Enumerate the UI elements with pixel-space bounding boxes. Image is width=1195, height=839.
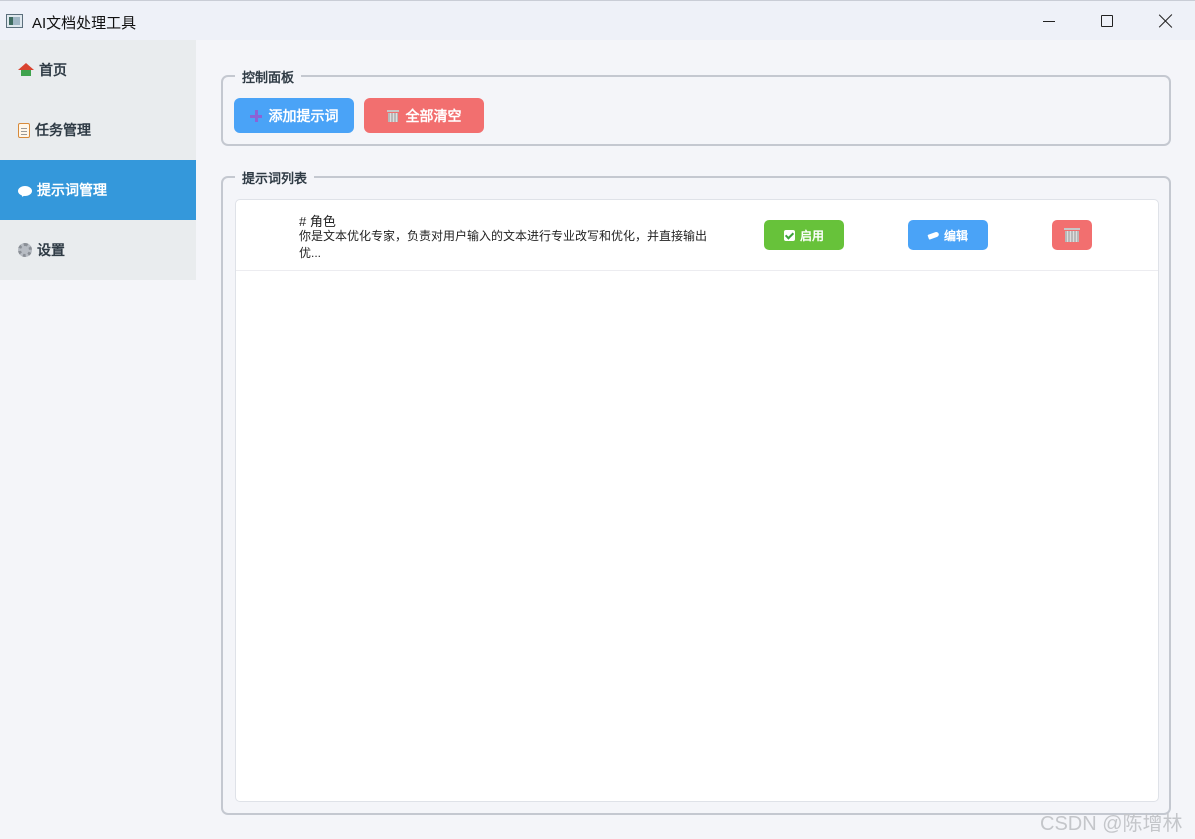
close-icon <box>1159 14 1173 28</box>
sidebar-item-label: 任务管理 <box>35 122 91 138</box>
clipboard-icon <box>18 122 30 138</box>
prompt-list-panel: 提示词列表 # 角色 你是文本优化专家，负责对用户输入的文本进行专业改写和优化，… <box>221 168 1171 815</box>
sidebar-item-prompts[interactable]: 提示词管理 <box>0 160 196 220</box>
list-item: # 角色 你是文本优化专家，负责对用户输入的文本进行专业改写和优化，并直接输出优… <box>236 200 1158 271</box>
sidebar-item-label: 设置 <box>37 242 65 258</box>
add-prompt-button[interactable]: 添加提示词 <box>234 98 354 133</box>
speech-bubble-icon <box>18 186 32 196</box>
sidebar-item-label: 提示词管理 <box>37 182 107 198</box>
minimize-button[interactable] <box>1020 1 1078 41</box>
minimize-icon <box>1043 20 1055 22</box>
trash-icon <box>1064 228 1080 242</box>
sidebar: 首页 任务管理 提示词管理 设置 <box>0 40 196 280</box>
add-prompt-label: 添加提示词 <box>268 107 339 124</box>
clear-all-button[interactable]: 全部清空 <box>364 98 484 133</box>
control-panel-title: 控制面板 <box>235 67 302 86</box>
maximize-icon <box>1101 15 1113 27</box>
delete-button[interactable] <box>1052 220 1092 250</box>
sidebar-item-home[interactable]: 首页 <box>0 40 196 100</box>
window-title: AI文档处理工具 <box>32 15 137 32</box>
pencil-icon <box>927 230 940 240</box>
sidebar-item-label: 首页 <box>39 62 67 78</box>
prompt-list-title: 提示词列表 <box>235 168 315 187</box>
enable-label: 启用 <box>799 228 824 243</box>
close-button[interactable] <box>1137 1 1195 41</box>
title-bar: AI文档处理工具 <box>0 0 1195 40</box>
enable-button[interactable]: 启用 <box>764 220 844 250</box>
sidebar-item-tasks[interactable]: 任务管理 <box>0 100 196 160</box>
control-panel: 控制面板 添加提示词 全部清空 <box>221 67 1171 146</box>
edit-button[interactable]: 编辑 <box>908 220 988 250</box>
maximize-button[interactable] <box>1078 1 1136 41</box>
sidebar-item-settings[interactable]: 设置 <box>0 220 196 280</box>
gear-icon <box>18 243 32 257</box>
clear-all-label: 全部清空 <box>405 107 462 124</box>
checkmark-icon <box>783 229 795 241</box>
prompt-list[interactable]: # 角色 你是文本优化专家，负责对用户输入的文本进行专业改写和优化，并直接输出优… <box>235 199 1159 802</box>
plus-icon <box>249 109 262 122</box>
prompt-description: 你是文本优化专家，负责对用户输入的文本进行专业改写和优化，并直接输出优... <box>299 229 708 260</box>
app-icon <box>6 14 23 28</box>
trash-icon <box>386 109 399 122</box>
watermark: CSDN @陈增林 <box>1040 813 1183 835</box>
home-icon <box>18 62 34 78</box>
edit-label: 编辑 <box>943 228 968 243</box>
